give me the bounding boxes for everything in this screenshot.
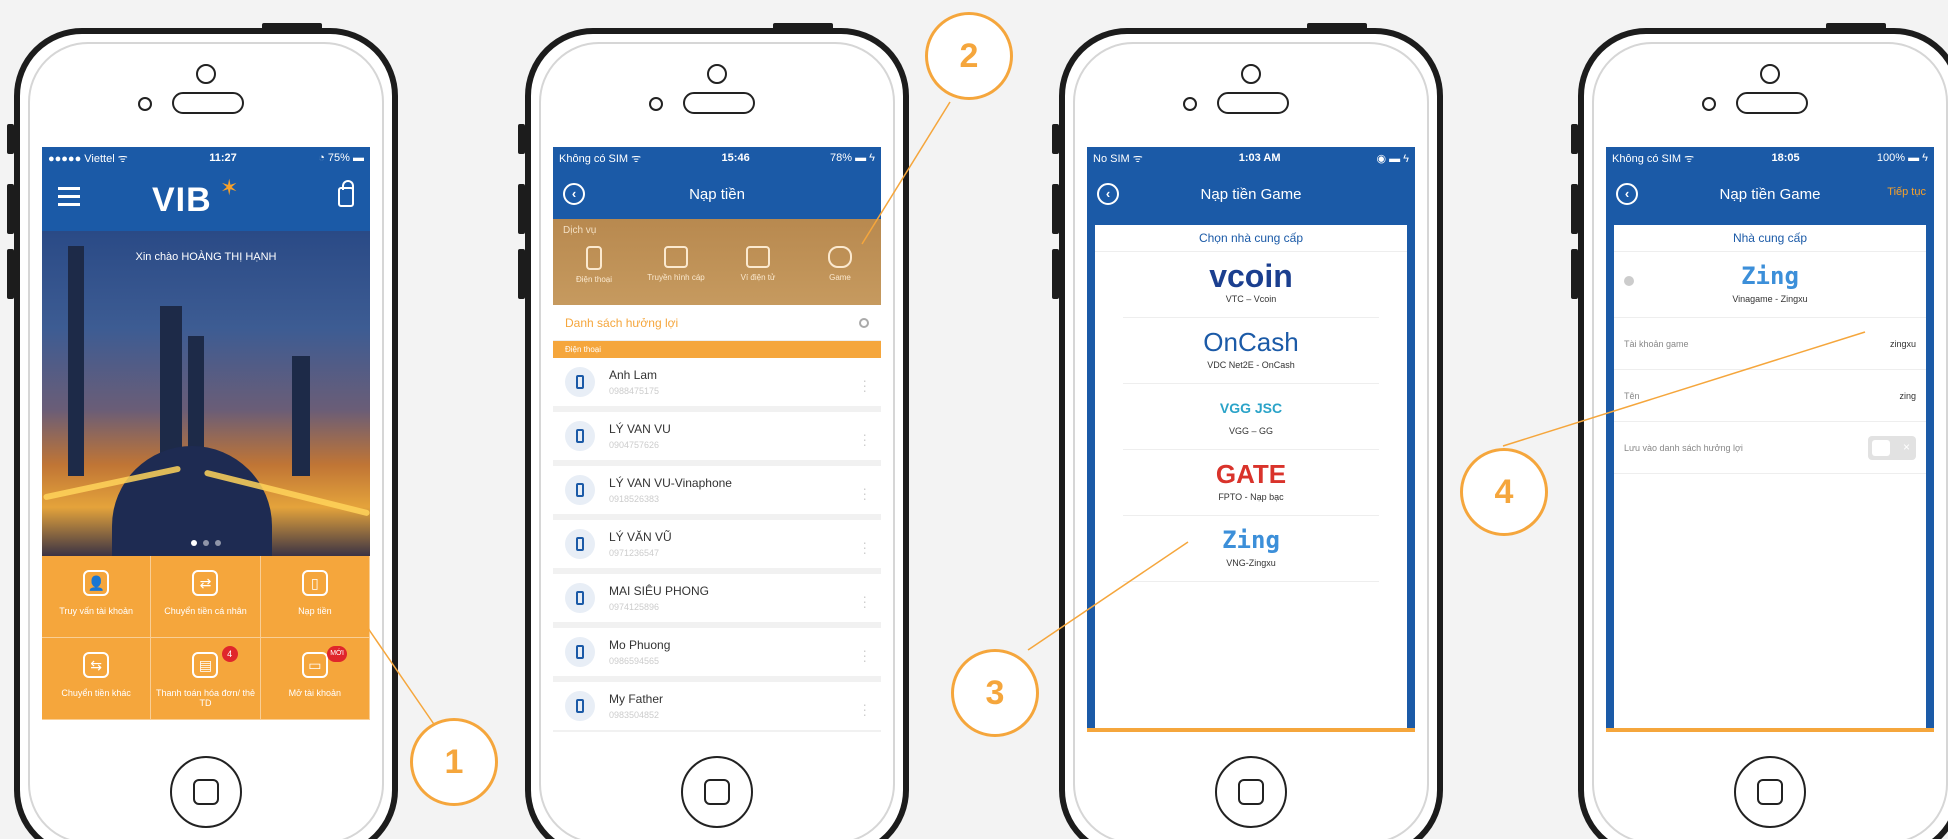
callout-line-2 [861, 101, 951, 245]
callout-line-3 [1027, 541, 1189, 651]
callout-2: 2 [925, 12, 1013, 100]
callout-line-1 [351, 604, 441, 734]
callout-1: 1 [410, 718, 498, 806]
callout-4: 4 [1460, 448, 1548, 536]
callout-line-4 [1502, 331, 1866, 447]
callout-3: 3 [951, 649, 1039, 737]
